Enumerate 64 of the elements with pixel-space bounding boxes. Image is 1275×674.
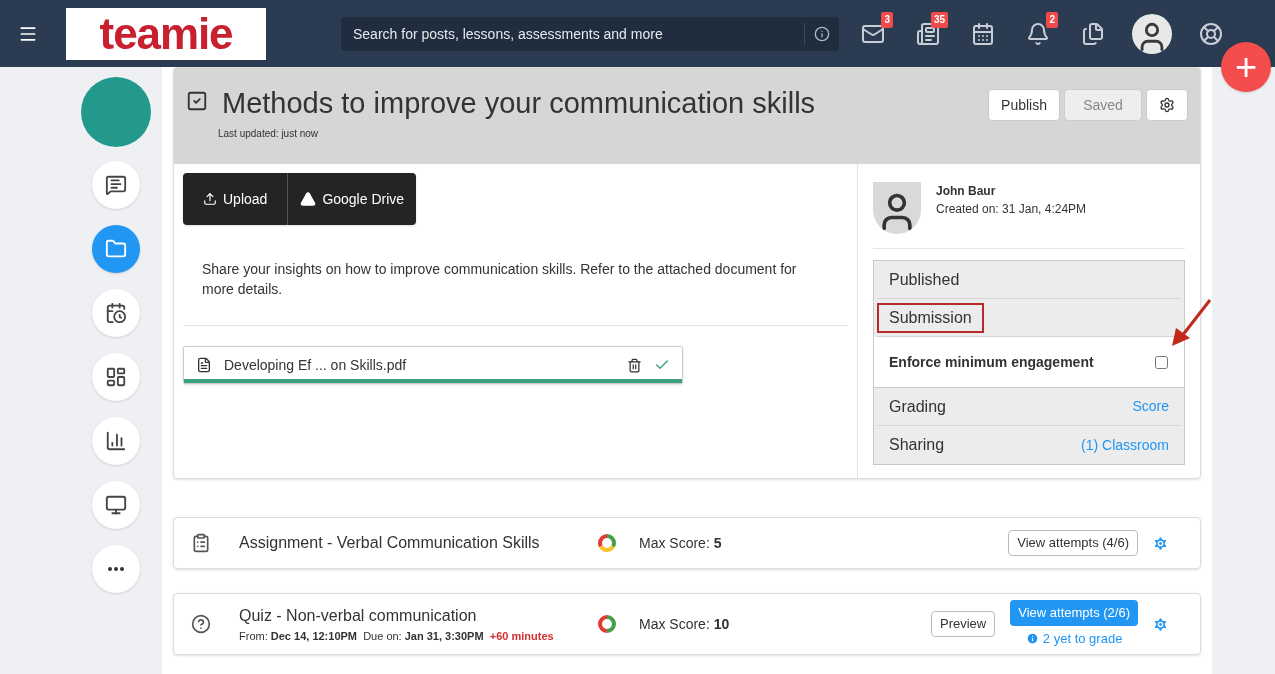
view-attempts-button[interactable]: View attempts (4/6) bbox=[1008, 530, 1138, 556]
author-avatar bbox=[873, 182, 921, 234]
files-icon[interactable] bbox=[1081, 21, 1105, 46]
calendar-clock-icon bbox=[105, 302, 127, 324]
lesson-title: Methods to improve your communication skills bbox=[222, 86, 817, 120]
monitor-icon bbox=[105, 494, 127, 516]
activity-dates: From: Dec 14, 12:10PM Due on: Jan 31, 3:30PM +60 minutes bbox=[239, 628, 555, 644]
annotation-arrow bbox=[1170, 298, 1212, 348]
notification-badge: 3 bbox=[881, 11, 893, 28]
calendar-icon[interactable] bbox=[971, 21, 995, 46]
activity-title: Quiz - Non-verbal communication bbox=[239, 605, 478, 626]
logo: teamie bbox=[66, 7, 266, 60]
setting-label: Enforce minimum engagement bbox=[889, 352, 1095, 372]
setting-tab[interactable]: Submission bbox=[877, 302, 984, 333]
info-icon[interactable] bbox=[814, 25, 830, 42]
progress-ring-icon bbox=[597, 614, 617, 634]
settings-icon bbox=[1159, 97, 1175, 113]
user-avatar[interactable] bbox=[1132, 13, 1172, 54]
bar-chart-icon bbox=[105, 430, 127, 452]
info-icon bbox=[1025, 632, 1039, 645]
search-field[interactable]: Search for posts, lessons, assessments and more bbox=[341, 16, 839, 51]
max-score: Max Score: 10 bbox=[639, 614, 730, 634]
preview-button[interactable]: Preview bbox=[931, 611, 996, 637]
sidebar-item[interactable] bbox=[92, 481, 140, 529]
setting-tab[interactable]: Grading bbox=[877, 391, 958, 422]
lifebuoy-icon[interactable] bbox=[1199, 21, 1223, 46]
sidebar-item[interactable] bbox=[92, 353, 140, 401]
publish-button[interactable]: Publish bbox=[988, 89, 1060, 121]
folder-icon bbox=[105, 238, 127, 260]
notification-badge: 2 bbox=[1046, 11, 1058, 28]
bell-icon[interactable] bbox=[1026, 21, 1050, 46]
author-name: John Baur bbox=[936, 183, 997, 200]
file-name: Developing Ef ... on Skills.pdf bbox=[224, 355, 408, 375]
engagement-checkbox[interactable] bbox=[1155, 355, 1168, 369]
description: Share your insights on how to improve communication skills. Refer to the attached document for more details. bbox=[201, 260, 798, 299]
sidebar-item[interactable] bbox=[92, 289, 140, 337]
delete-icon[interactable] bbox=[627, 357, 642, 373]
settings-icon[interactable] bbox=[1152, 534, 1169, 552]
settings-icon[interactable] bbox=[1152, 615, 1169, 633]
file-attachment[interactable]: Developing Ef ... on Skills.pdf bbox=[183, 346, 683, 384]
sidebar-item[interactable] bbox=[92, 417, 140, 465]
newspaper-icon[interactable] bbox=[916, 21, 940, 46]
quiz-icon bbox=[191, 614, 211, 634]
sidebar-item[interactable] bbox=[92, 161, 140, 209]
chat-icon bbox=[105, 174, 127, 196]
activity-card[interactable]: Quiz - Non-verbal communication From: Dec 14, 12:10PM Due on: Jan 31, 3:30PM +60 minutes Max Score: 10 Preview View attempts (2/6) 2 yet to grade bbox=[173, 593, 1201, 655]
setting-tab[interactable]: Published bbox=[877, 264, 972, 295]
clipboard-icon bbox=[191, 533, 211, 553]
progress-ring-icon bbox=[597, 533, 617, 553]
last-updated: Last updated: just now bbox=[218, 127, 320, 141]
setting-tab[interactable]: Sharing bbox=[877, 430, 957, 460]
more-icon bbox=[108, 567, 124, 571]
dashboard-icon bbox=[105, 366, 127, 388]
pdf-icon bbox=[196, 357, 212, 373]
upload-button[interactable]: Upload bbox=[183, 173, 289, 225]
drive-icon bbox=[300, 191, 317, 207]
notification-badge: 35 bbox=[930, 11, 948, 28]
activity-title: Assignment - Verbal Communication Skills bbox=[239, 533, 541, 553]
settings-button[interactable] bbox=[1146, 89, 1188, 121]
max-score: Max Score: 5 bbox=[639, 533, 722, 553]
created-date: Created on: 31 Jan, 4:24PM bbox=[936, 201, 1087, 218]
activity-card[interactable]: Assignment - Verbal Communication Skills Max Score: 5 View attempts (4/6) bbox=[173, 517, 1201, 569]
upload-icon bbox=[203, 192, 217, 206]
google-drive-button[interactable]: Google Drive bbox=[288, 173, 417, 225]
